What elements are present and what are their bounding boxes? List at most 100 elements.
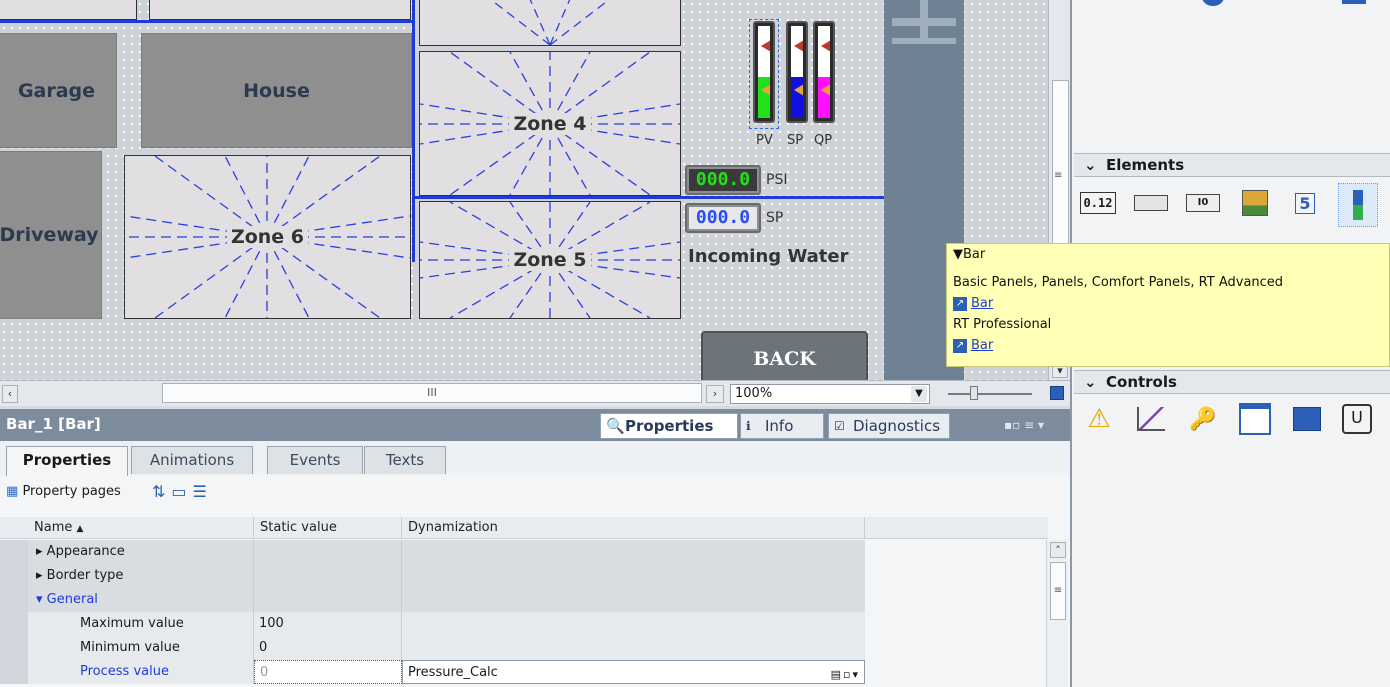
water-pipe [412,0,415,262]
tab-diagnostics-label: Diagnostics [853,417,941,435]
expand-icon[interactable]: ▸ [36,544,43,559]
limit-marker-icon [821,40,830,52]
table-row[interactable]: ▾ General [0,588,865,612]
list-view-icon[interactable]: ☰ [193,482,213,501]
dropdown-arrow-icon[interactable]: ▼ [911,386,927,402]
grip-icon: ≡ [1054,170,1063,181]
property-pages-icon: ▦ [6,484,19,499]
bar-shape [1353,190,1363,220]
driveway-label: Driveway [0,224,99,246]
scroll-left-icon[interactable]: ‹ [2,385,18,403]
row-static [254,564,402,588]
table-row[interactable]: Minimum value 0 [0,636,865,660]
row-static[interactable]: 0 [254,636,402,660]
expand-triangle-icon: ▼ [953,247,963,262]
row-name: Border type [46,568,124,583]
group-icon[interactable]: ▭ [171,482,192,501]
zoom-select[interactable]: 100% ▼ [730,384,930,404]
chevron-down-icon: ⌄ [1084,156,1097,174]
recipe-view-icon[interactable] [1290,402,1324,436]
zone-5[interactable]: Zone 5 [419,201,681,319]
tab-info[interactable]: ℹ Info [740,413,824,439]
graphic-view-icon[interactable] [1238,186,1272,220]
zone-4[interactable]: Zone 4 [419,51,681,196]
row-dyn [402,540,865,564]
elements-section-header[interactable]: ⌄ Elements [1074,153,1390,177]
trend-view-icon[interactable] [1134,402,1168,436]
bar-element-icon[interactable] [1338,183,1378,227]
canvas-bottom-bar: ‹ III › 100% ▼ [0,380,1070,406]
horizontal-scroll-thumb[interactable]: III [162,383,702,403]
psi-io-field[interactable]: 000.0 [685,165,761,195]
bar-qp-label: QP [814,133,833,148]
subtab-texts[interactable]: Texts [364,446,446,474]
button-element-icon[interactable] [1134,186,1168,220]
subtab-events[interactable]: Events [267,446,363,474]
subtab-properties[interactable]: Properties [6,446,128,476]
chevron-down-icon: ⌄ [1084,373,1097,391]
table-row[interactable]: Maximum value 100 [0,612,865,636]
sp-io-field[interactable]: 000.0 [685,203,761,233]
fit-view-icon[interactable] [1050,386,1064,400]
zoom-slider-handle[interactable] [970,386,978,400]
expand-icon[interactable]: ▸ [36,568,43,583]
io-field-icon[interactable]: 0.12 [1080,192,1116,214]
water-pipe [0,20,414,23]
subtab-animations[interactable]: Animations [131,446,253,474]
bar-qp[interactable] [813,21,835,123]
diagnostics-view-icon[interactable]: ᑌ [1340,402,1374,436]
symbolic-io-icon[interactable]: I0 [1186,186,1220,220]
toolbox-icon[interactable] [1342,0,1366,4]
column-dynamization[interactable]: Dynamization [402,517,865,539]
alarm-view-icon[interactable]: ⚠ [1082,402,1116,436]
table-vertical-scrollbar[interactable]: ˄ ≡ [1046,540,1068,687]
clock-icon[interactable]: 5 [1288,186,1322,220]
tooltip-link1[interactable]: Bar [971,296,993,311]
scroll-thumb[interactable]: ≡ [1050,562,1066,620]
zoom-slider-track[interactable] [948,393,1032,395]
sort-asc-icon: ▲ [76,524,84,534]
tab-properties[interactable]: 🔍 Properties [600,413,738,439]
window-controls-icon[interactable]: ▪▫ ≡ ▾ [1004,418,1064,432]
scroll-up-icon[interactable]: ˄ [1050,542,1066,558]
garage-block: Garage [0,33,117,148]
scroll-right-icon[interactable]: › [706,385,724,403]
property-pages-label: Property pages [22,484,121,499]
recipe-shape [1293,407,1321,431]
table-row[interactable]: Process value 0 Pressure_Calc ▤▫▾ [0,660,865,684]
trend-shape [1137,407,1165,431]
row-dyn [402,636,865,660]
setpoint-marker-icon [794,84,803,96]
row-static [254,540,402,564]
row-name: Minimum value [28,636,254,660]
psi-value: 000.0 [689,169,757,191]
tab-diagnostics[interactable]: ☑ Diagnostics [828,413,950,439]
table-row[interactable]: ▸ Appearance [0,540,865,564]
tag-picker-icon[interactable]: ▤▫▾ [831,663,860,687]
property-pages-button[interactable]: ▦ Property pages [6,484,121,499]
toolbox-icon[interactable] [1202,0,1224,6]
graphic-shape [1242,190,1268,216]
bar-sp[interactable] [786,21,808,123]
controls-section-header[interactable]: ⌄ Controls [1074,370,1390,394]
tooltip-link2[interactable]: Bar [971,338,993,353]
properties-icon: 🔍 [606,417,625,435]
tooltip-line1: Basic Panels, Panels, Comfort Panels, RT… [953,275,1284,290]
table-row[interactable]: ▸ Border type [0,564,865,588]
column-static[interactable]: Static value [254,517,402,539]
collapse-icon[interactable]: ▾ [36,592,43,607]
house-block: House [141,33,412,148]
column-name[interactable]: Name ▲ [28,517,254,539]
row-static[interactable]: 100 [254,612,402,636]
back-button[interactable]: BACK [701,331,868,380]
hmi-canvas[interactable]: Garage House Driveway Zone 4 Zone 5 Zone… [0,0,1048,380]
sort-az-icon[interactable]: ⇅ [152,482,171,501]
bar-pv-label: PV [756,133,773,148]
row-static[interactable]: 0 [254,660,402,684]
tooltip-line2: RT Professional [953,317,1052,332]
bar-pv[interactable] [753,21,775,123]
user-view-icon[interactable]: 🔑 [1186,402,1220,436]
browser-icon[interactable] [1238,402,1272,436]
row-dyn[interactable]: Pressure_Calc [408,665,498,680]
zone-6[interactable]: Zone 6 [124,155,411,319]
